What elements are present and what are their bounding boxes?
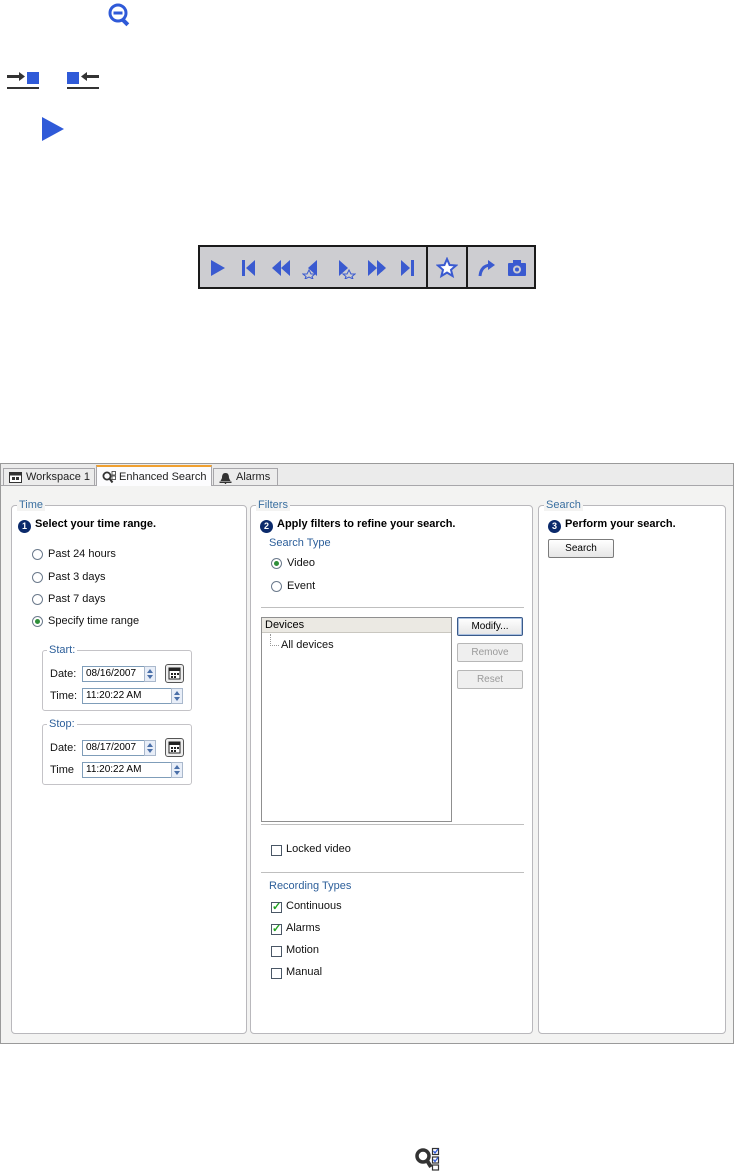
search-button[interactable]: Search bbox=[548, 539, 614, 558]
search-type-title: Search Type bbox=[269, 537, 331, 549]
radio-label: Past 24 hours bbox=[48, 548, 116, 560]
continuous-checkbox[interactable] bbox=[271, 900, 282, 913]
search-panel: Search 3 Perform your search. Search bbox=[538, 499, 726, 1034]
start-time-label: Time: bbox=[50, 690, 78, 702]
filters-panel-title: Filters bbox=[256, 499, 290, 511]
enhanced-search-icon bbox=[414, 1146, 440, 1172]
start-date-field[interactable]: 08/16/2007 bbox=[82, 666, 145, 682]
enhanced-search-icon bbox=[102, 471, 116, 487]
next-bookmark-icon[interactable] bbox=[334, 257, 357, 281]
start-group: Start: Date: 08/16/2007 Time: 11:20:22 A… bbox=[42, 644, 192, 711]
skip-to-end-icon[interactable] bbox=[396, 257, 418, 279]
stop-date-spinner[interactable] bbox=[144, 740, 156, 756]
zoom-out-icon bbox=[107, 2, 133, 28]
filters-panel: Filters 2 Apply filters to refine your se… bbox=[250, 499, 533, 1034]
tab-bar: Workspace 1 Enhanced Search Alarms bbox=[1, 464, 733, 486]
radio-label: Past 7 days bbox=[48, 593, 106, 605]
locked-video-checkbox[interactable] bbox=[271, 845, 282, 856]
radio-past-24-hours[interactable] bbox=[32, 549, 43, 560]
play-icon bbox=[40, 115, 66, 143]
stop-group-title: Stop: bbox=[47, 718, 77, 730]
playback-toolbar bbox=[198, 245, 536, 289]
start-date-spinner[interactable] bbox=[144, 666, 156, 682]
reset-button[interactable]: Reset bbox=[457, 670, 523, 689]
calendar-icon bbox=[168, 741, 181, 754]
tab-label: Workspace 1 bbox=[26, 471, 90, 483]
divider bbox=[261, 824, 524, 825]
checkbox-label: Alarms bbox=[286, 922, 321, 934]
step-text: Perform your search. bbox=[565, 518, 676, 530]
calendar-icon bbox=[168, 667, 181, 680]
recording-types-title: Recording Types bbox=[269, 880, 352, 892]
radio-label: Past 3 days bbox=[48, 571, 106, 583]
tab-label: Alarms bbox=[236, 471, 271, 483]
checkbox-label: Locked video bbox=[286, 843, 351, 855]
radio-past-7-days[interactable] bbox=[32, 594, 43, 605]
tab-workspace-1[interactable]: Workspace 1 bbox=[3, 468, 95, 485]
radio-label: Video bbox=[287, 557, 315, 569]
step-text: Apply filters to refine your search. bbox=[277, 518, 456, 530]
dock-right-icon bbox=[7, 70, 41, 90]
time-step-heading: 1 Select your time range. bbox=[18, 518, 156, 533]
previous-bookmark-icon[interactable] bbox=[301, 257, 324, 281]
tab-label: Enhanced Search bbox=[119, 471, 207, 483]
stop-time-field[interactable]: 11:20:22 AM bbox=[82, 762, 172, 778]
stop-date-field[interactable]: 08/17/2007 bbox=[82, 740, 145, 756]
skip-to-start-icon[interactable] bbox=[238, 257, 260, 279]
manual-checkbox[interactable] bbox=[271, 968, 282, 979]
device-item-all-devices[interactable]: All devices bbox=[281, 639, 334, 651]
checkbox-label: Motion bbox=[286, 944, 320, 956]
motion-checkbox[interactable] bbox=[271, 946, 282, 957]
bookmark-star-icon[interactable] bbox=[435, 256, 459, 279]
step-number-badge: 3 bbox=[548, 520, 561, 533]
search-step-heading: 3 Perform your search. bbox=[548, 518, 676, 533]
dock-left-icon bbox=[67, 70, 101, 90]
checkbox-label: Continuous bbox=[286, 900, 342, 912]
radio-label: Specify time range bbox=[48, 615, 140, 627]
divider bbox=[261, 607, 524, 608]
tab-enhanced-search[interactable]: Enhanced Search bbox=[96, 465, 212, 486]
time-panel-title: Time bbox=[17, 499, 46, 511]
stop-time-spinner[interactable] bbox=[171, 762, 183, 778]
radio-past-3-days[interactable] bbox=[32, 572, 43, 583]
export-arrow-icon[interactable] bbox=[476, 257, 498, 279]
radio-label: Event bbox=[287, 580, 316, 592]
start-time-field[interactable]: 11:20:22 AM bbox=[82, 688, 172, 704]
stop-group: Stop: Date: 08/17/2007 Time 11:20:22 AM bbox=[42, 718, 192, 785]
workspace-icon bbox=[9, 472, 22, 486]
start-calendar-button[interactable] bbox=[165, 664, 184, 683]
stop-calendar-button[interactable] bbox=[165, 738, 184, 757]
start-group-title: Start: bbox=[47, 644, 78, 656]
modify-button[interactable]: Modify... bbox=[457, 617, 523, 636]
start-time-spinner[interactable] bbox=[171, 688, 183, 704]
filters-step-heading: 2 Apply filters to refine your search. bbox=[260, 518, 456, 533]
bell-icon bbox=[219, 472, 232, 487]
radio-specify-time-range[interactable] bbox=[32, 616, 43, 627]
checkbox-label: Manual bbox=[286, 966, 323, 978]
play-icon[interactable] bbox=[207, 257, 229, 279]
search-panel-title: Search bbox=[544, 499, 583, 511]
rewind-icon[interactable] bbox=[270, 257, 292, 279]
snapshot-camera-icon[interactable] bbox=[506, 257, 528, 279]
divider bbox=[261, 872, 524, 873]
tab-alarms[interactable]: Alarms bbox=[213, 468, 278, 485]
devices-list[interactable]: Devices All devices bbox=[261, 617, 452, 822]
devices-list-header: Devices bbox=[262, 618, 451, 633]
radio-event[interactable] bbox=[271, 581, 282, 592]
step-number-badge: 2 bbox=[260, 520, 273, 533]
alarms-checkbox[interactable] bbox=[271, 922, 282, 935]
fast-forward-icon[interactable] bbox=[366, 257, 388, 279]
stop-time-label: Time bbox=[50, 764, 75, 776]
start-date-label: Date: bbox=[50, 668, 77, 680]
remove-button[interactable]: Remove bbox=[457, 643, 523, 662]
step-number-badge: 1 bbox=[18, 520, 31, 533]
enhanced-search-window: Workspace 1 Enhanced Search Alarms Time … bbox=[0, 463, 734, 1044]
stop-date-label: Date: bbox=[50, 742, 77, 754]
tree-connector bbox=[270, 634, 279, 646]
step-text: Select your time range. bbox=[35, 518, 157, 530]
time-panel: Time 1 Select your time range. Past 24 ho… bbox=[11, 499, 247, 1034]
radio-video[interactable] bbox=[271, 558, 282, 569]
